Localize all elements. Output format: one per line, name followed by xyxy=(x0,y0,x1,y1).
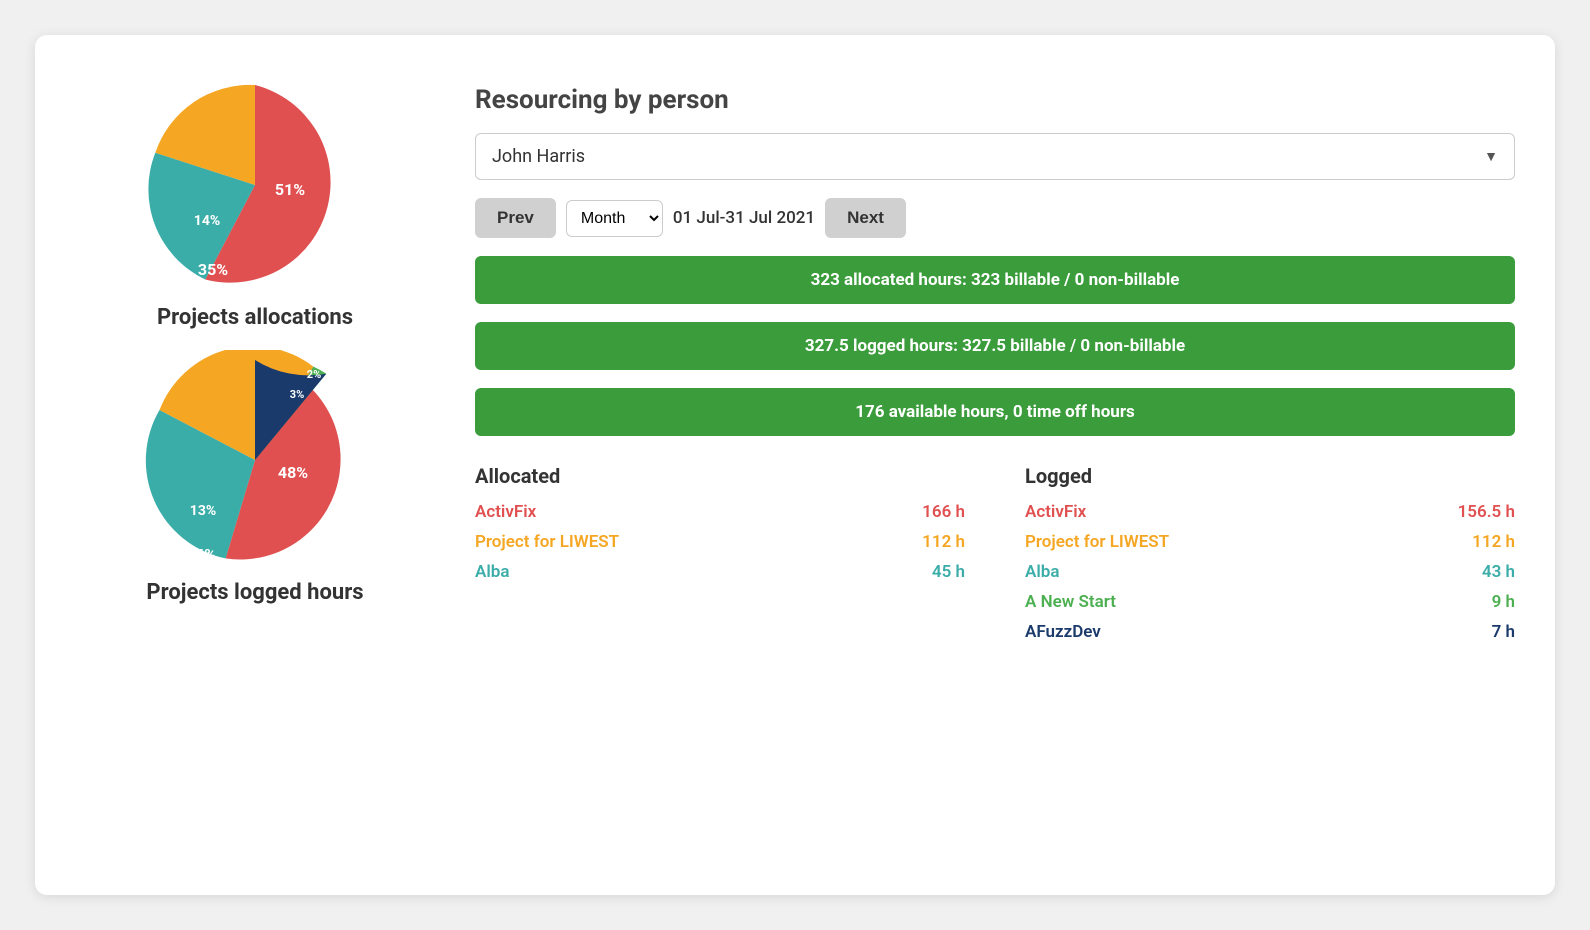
allocated-name-1: Project for LIWEST xyxy=(475,532,619,552)
allocated-item-2: Alba 45 h xyxy=(475,562,965,582)
svg-text:2%: 2% xyxy=(307,368,321,381)
logged-name-2: Alba xyxy=(1025,562,1059,582)
svg-text:3%: 3% xyxy=(290,388,304,401)
svg-text:51%: 51% xyxy=(275,180,305,199)
svg-text:13%: 13% xyxy=(190,503,216,519)
logged-hours-2: 43 h xyxy=(1482,562,1515,582)
allocated-name-2: Alba xyxy=(475,562,509,582)
logged-name-3: A New Start xyxy=(1025,592,1116,612)
person-dropdown[interactable]: John Harris ▼ xyxy=(475,133,1515,180)
right-panel: Resourcing by person John Harris ▼ Prev … xyxy=(475,75,1515,855)
svg-text:35%: 35% xyxy=(198,260,228,279)
left-panel: 51% 14% 35% Projects allocations 48% xyxy=(75,75,435,855)
logged-hours-1: 112 h xyxy=(1472,532,1515,552)
logged-hours-3: 9 h xyxy=(1492,592,1515,612)
details-row: Allocated ActivFix 166 h Project for LIW… xyxy=(475,464,1515,652)
allocated-item-0: ActivFix 166 h xyxy=(475,502,965,522)
next-button[interactable]: Next xyxy=(825,198,906,238)
chart-allocations-section: 51% 14% 35% Projects allocations xyxy=(145,75,365,330)
svg-text:34%: 34% xyxy=(186,545,216,564)
allocated-name-0: ActivFix xyxy=(475,502,536,522)
logged-item-1: Project for LIWEST 112 h xyxy=(1025,532,1515,552)
logged-item-3: A New Start 9 h xyxy=(1025,592,1515,612)
svg-text:14%: 14% xyxy=(194,213,220,229)
main-card: 51% 14% 35% Projects allocations 48% xyxy=(35,35,1555,895)
allocated-hours-2: 45 h xyxy=(932,562,965,582)
logged-name-4: AFuzzDev xyxy=(1025,622,1101,642)
logged-name-1: Project for LIWEST xyxy=(1025,532,1169,552)
logged-name-0: ActivFix xyxy=(1025,502,1086,522)
chart-logged-title: Projects logged hours xyxy=(146,580,363,605)
allocated-hours-0: 166 h xyxy=(922,502,965,522)
pie-chart-logged: 48% 13% 34% 3% 2% xyxy=(145,350,365,570)
date-range: 01 Jul-31 Jul 2021 xyxy=(673,208,815,228)
logged-item-0: ActivFix 156.5 h xyxy=(1025,502,1515,522)
svg-text:48%: 48% xyxy=(278,463,308,482)
logged-item-2: Alba 43 h xyxy=(1025,562,1515,582)
period-select[interactable]: Month Week Quarter xyxy=(566,200,663,237)
logged-item-4: AFuzzDev 7 h xyxy=(1025,622,1515,642)
pie-chart-allocations: 51% 14% 35% xyxy=(145,75,365,295)
page-title: Resourcing by person xyxy=(475,85,1515,115)
logged-header: Logged xyxy=(1025,464,1515,488)
available-hours-bar: 176 available hours, 0 time off hours xyxy=(475,388,1515,436)
chart-allocations-title: Projects allocations xyxy=(157,305,353,330)
allocated-header: Allocated xyxy=(475,464,965,488)
prev-button[interactable]: Prev xyxy=(475,198,556,238)
person-name: John Harris xyxy=(492,146,585,167)
logged-col: Logged ActivFix 156.5 h Project for LIWE… xyxy=(1025,464,1515,652)
allocated-item-1: Project for LIWEST 112 h xyxy=(475,532,965,552)
chevron-down-icon: ▼ xyxy=(1484,148,1498,165)
logged-hours-4: 7 h xyxy=(1492,622,1515,642)
logged-hours-0: 156.5 h xyxy=(1458,502,1515,522)
allocated-hours-bar: 323 allocated hours: 323 billable / 0 no… xyxy=(475,256,1515,304)
allocated-col: Allocated ActivFix 166 h Project for LIW… xyxy=(475,464,965,652)
allocated-hours-1: 112 h xyxy=(922,532,965,552)
chart-logged-section: 48% 13% 34% 3% 2% Projects logged hours xyxy=(145,350,365,605)
nav-row: Prev Month Week Quarter 01 Jul-31 Jul 20… xyxy=(475,198,1515,238)
logged-hours-bar: 327.5 logged hours: 327.5 billable / 0 n… xyxy=(475,322,1515,370)
